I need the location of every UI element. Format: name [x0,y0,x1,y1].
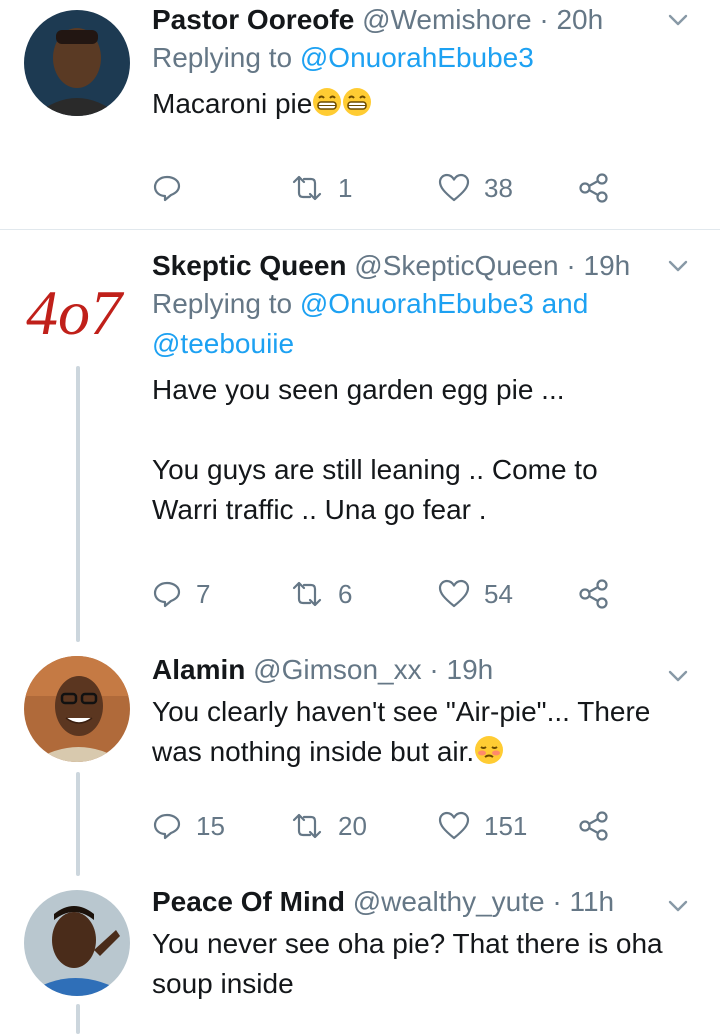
retweet-icon [292,175,322,201]
share-button[interactable] [578,806,610,846]
avatar-text: 4o7 [26,277,125,348]
display-name[interactable]: Pastor Ooreofe [152,4,354,35]
timestamp[interactable]: · 19h [566,250,630,281]
reply-icon [153,813,181,840]
reply-button[interactable]: 15 [152,806,225,846]
reply-button[interactable]: 7 [152,574,210,614]
retweet-icon [292,581,322,607]
reply-icon [153,175,181,202]
heart-icon [438,173,470,202]
tweet[interactable]: Peace Of Mind @wealthy_yute · 11h You ne… [0,884,720,1028]
retweet-icon [292,813,322,839]
chevron-down-icon[interactable] [664,6,692,34]
handle[interactable]: @wealthy_yute [353,886,545,917]
flushed-face-emoji-icon [475,736,504,764]
reply-count: 7 [196,578,211,609]
avatar[interactable] [24,656,130,762]
share-icon [579,173,608,203]
retweet-button[interactable]: 6 [290,574,352,614]
retweet-button[interactable]: 20 [290,806,367,846]
reply-icon [153,581,181,608]
timestamp[interactable]: · 11h [552,886,614,917]
tweet-text: was nothing inside but air. [152,736,475,767]
timestamp[interactable]: · 19h [429,654,493,685]
tweet-text: You clearly haven't see "Air-pie"... The… [152,696,651,727]
like-button[interactable]: 54 [438,574,513,614]
like-count: 38 [484,172,513,203]
tweet-text: You guys are still leaning .. Come to [152,454,598,485]
chevron-down-icon[interactable] [664,252,692,280]
heart-icon [438,579,470,608]
share-icon [579,579,608,609]
like-count: 54 [484,578,513,609]
mention-link[interactable]: @teebouiie [152,328,294,359]
avatar[interactable] [24,890,130,996]
display-name[interactable]: Peace Of Mind [152,886,345,917]
chevron-down-icon[interactable] [664,892,692,920]
chevron-down-icon[interactable] [664,662,692,690]
handle[interactable]: @SkepticQueen [354,250,558,281]
tweet-text: soup inside [152,968,294,999]
share-button[interactable] [578,574,610,614]
retweet-button[interactable]: 1 [290,168,352,208]
tweet-divider [0,229,720,230]
timestamp[interactable]: · 20h [539,4,603,35]
replying-to-label: Replying to [152,288,293,319]
display-name[interactable]: Alamin [152,654,245,685]
retweet-count: 6 [338,578,353,609]
avatar[interactable]: 4o7 [24,254,130,360]
heart-icon [438,811,470,840]
tweet-text: You never see oha pie? That there is oha [152,928,663,959]
display-name[interactable]: Skeptic Queen [152,250,347,281]
like-button[interactable]: 38 [438,168,513,208]
mention-link[interactable]: @OnuorahEbube3 [300,42,534,73]
tweet-text: Warri traffic .. Una go fear . [152,494,487,525]
replying-to-label: Replying to [152,42,293,73]
avatar[interactable] [24,10,130,116]
handle[interactable]: @Wemishore [362,4,532,35]
reply-button[interactable] [152,168,182,208]
reply-count: 15 [196,810,225,841]
share-button[interactable] [578,168,610,208]
tweet-text: Macaroni pie [152,88,313,119]
tweet[interactable]: 4o7 Skeptic Queen @SkepticQueen · 19h Re… [0,246,720,646]
tweet[interactable]: Pastor Ooreofe @Wemishore · 20h Replying… [0,0,720,228]
share-icon [579,811,608,841]
tweet-text: Have you seen garden egg pie ... [152,374,565,405]
like-button[interactable]: 151 [438,806,527,846]
tweet[interactable]: Alamin @Gimson_xx · 19h You clearly have… [0,650,720,870]
grinning-face-emoji-icon [343,88,372,116]
handle[interactable]: @Gimson_xx [253,654,421,685]
retweet-count: 1 [338,172,353,203]
mention-link[interactable]: @OnuorahEbube3 and [300,288,588,319]
like-count: 151 [484,810,528,841]
grinning-face-emoji-icon [313,88,342,116]
retweet-count: 20 [338,810,367,841]
